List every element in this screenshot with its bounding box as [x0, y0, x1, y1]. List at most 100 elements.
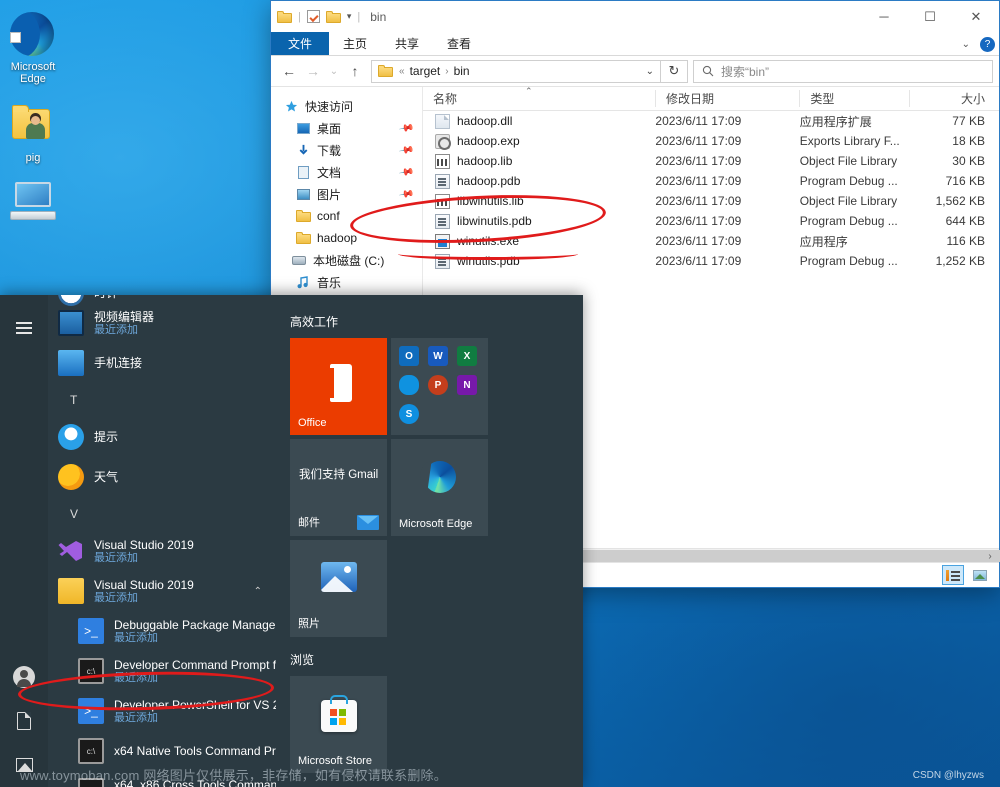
- help-icon[interactable]: ?: [980, 36, 995, 52]
- large-icons-view-button[interactable]: [969, 565, 991, 585]
- letter-header-v[interactable]: V: [48, 497, 276, 531]
- file-name: hadoop.lib: [457, 154, 513, 168]
- up-button[interactable]: ↑: [343, 59, 367, 83]
- chevron-down-icon[interactable]: ⌄: [646, 66, 654, 77]
- pin-icon[interactable]: 📌: [398, 120, 415, 136]
- nav-item-conf[interactable]: conf: [271, 205, 422, 227]
- account-icon[interactable]: [0, 655, 48, 699]
- table-row[interactable]: winutils.exe 2023/6/11 17:09 应用程序 116 KB: [423, 231, 999, 251]
- table-row[interactable]: hadoop.lib 2023/6/11 17:09 Object File L…: [423, 151, 999, 171]
- table-row[interactable]: hadoop.exp 2023/6/11 17:09 Exports Libra…: [423, 131, 999, 151]
- close-button[interactable]: ✕: [953, 1, 999, 32]
- nav-item-documents[interactable]: 文档 📌: [271, 161, 422, 183]
- properties-checkbox-icon[interactable]: [306, 10, 320, 23]
- breadcrumb-overflow[interactable]: «: [399, 66, 405, 77]
- list-item[interactable]: 天气: [48, 457, 276, 497]
- pin-icon[interactable]: 📌: [398, 142, 415, 158]
- file-name: winutils.exe: [457, 234, 520, 248]
- list-item-folder-visual-studio-2019[interactable]: Visual Studio 2019 最近添加 ⌃: [48, 571, 276, 611]
- file-type: 应用程序扩展: [799, 114, 872, 129]
- nav-item-local-disk-c[interactable]: 本地磁盘 (C:): [271, 249, 422, 271]
- search-input[interactable]: 搜索“bin”: [693, 59, 993, 83]
- nav-item-hadoop[interactable]: hadoop: [271, 227, 422, 249]
- column-header-name[interactable]: 名称: [423, 90, 655, 107]
- quick-access-toolbar: | ▾ | bin: [277, 10, 386, 24]
- screen: Microsoft Edge pig | ▾ | bin ─ ☐ ✕ 文件 主页…: [0, 0, 1000, 787]
- ribbon-tab-bar: 文件 主页 共享 查看 ⌄ ?: [271, 32, 999, 56]
- nav-item-desktop[interactable]: 桌面 📌: [271, 117, 422, 139]
- breadcrumb-item-target[interactable]: target: [410, 64, 441, 78]
- back-button[interactable]: ←: [277, 59, 301, 83]
- this-pc-icon: [10, 182, 56, 228]
- ribbon-right-controls: ⌄ ?: [962, 32, 995, 56]
- app-label: 提示: [94, 430, 119, 444]
- onenote-icon: N: [457, 375, 477, 395]
- details-view-button[interactable]: [942, 565, 964, 585]
- address-bar: ← → ⌄ ↑ « target › bin ⌄ ↻ 搜索“bin”: [271, 56, 999, 86]
- list-item[interactable]: 视频编辑器 最近添加: [48, 303, 276, 343]
- tile-photos[interactable]: 照片: [290, 540, 387, 637]
- chevron-down-icon[interactable]: ⌄: [962, 39, 970, 50]
- console-icon: c:\: [78, 658, 104, 684]
- nav-item-music[interactable]: 音乐: [271, 271, 422, 293]
- list-item[interactable]: >_ Debuggable Package Manager 最近添加: [48, 611, 276, 651]
- hamburger-menu-icon[interactable]: [0, 305, 48, 349]
- forward-button[interactable]: →: [301, 59, 325, 83]
- tile-microsoft-edge[interactable]: Microsoft Edge: [391, 439, 488, 536]
- minimize-button[interactable]: ─: [861, 1, 907, 32]
- scroll-right-arrow-icon[interactable]: ›: [983, 549, 997, 563]
- nav-item-label: hadoop: [317, 231, 358, 245]
- column-header-size[interactable]: 大小: [908, 90, 999, 107]
- column-header-date[interactable]: 修改日期: [655, 90, 799, 107]
- nav-item-label: 快速访问: [305, 99, 354, 114]
- table-row[interactable]: hadoop.dll 2023/6/11 17:09 应用程序扩展 77 KB: [423, 111, 999, 131]
- tab-view[interactable]: 查看: [433, 32, 485, 55]
- desktop-icon-pig[interactable]: pig: [0, 99, 66, 170]
- chevron-down-icon[interactable]: ▾: [347, 11, 352, 22]
- file-name: libwinutils.lib: [457, 194, 524, 208]
- list-item[interactable]: 提示: [48, 417, 276, 457]
- nav-item-downloads[interactable]: 下载 📌: [271, 139, 422, 161]
- app-label: 视频编辑器: [94, 309, 155, 324]
- table-row[interactable]: hadoop.pdb 2023/6/11 17:09 Program Debug…: [423, 171, 999, 191]
- nav-item-label: 桌面: [317, 121, 342, 136]
- start-menu-app-list[interactable]: 时钟 视频编辑器 最近添加 手机连接 T 提示 天气: [48, 295, 276, 787]
- tile-mail[interactable]: 我们支持 Gmail 邮件: [290, 439, 387, 536]
- tile-microsoft-store[interactable]: Microsoft Store: [290, 676, 387, 773]
- breadcrumb-item-bin[interactable]: bin: [454, 64, 470, 78]
- list-item[interactable]: Visual Studio 2019 最近添加: [48, 531, 276, 571]
- pin-icon[interactable]: 📌: [398, 186, 415, 202]
- tile-office[interactable]: Office: [290, 338, 387, 435]
- tile-office-apps[interactable]: O W X P N S: [391, 338, 488, 435]
- tab-share[interactable]: 共享: [381, 32, 433, 55]
- file-date: 2023/6/11 17:09: [655, 174, 742, 188]
- tab-home[interactable]: 主页: [329, 32, 381, 55]
- recent-locations-button[interactable]: ⌄: [325, 59, 343, 83]
- file-size: 116 KB: [946, 234, 985, 248]
- list-item[interactable]: c:\ Developer Command Prompt for... 最近添加: [48, 651, 276, 691]
- new-folder-icon[interactable]: [325, 10, 341, 23]
- nav-item-quick-access[interactable]: 快速访问: [271, 95, 422, 117]
- list-item[interactable]: >_ Developer PowerShell for VS 2019 最近添加: [48, 691, 276, 731]
- table-row[interactable]: libwinutils.lib 2023/6/11 17:09 Object F…: [423, 191, 999, 211]
- file-size: 1,562 KB: [935, 194, 985, 208]
- breadcrumb[interactable]: « target › bin ⌄: [371, 59, 661, 83]
- column-header-type[interactable]: 类型: [799, 90, 908, 107]
- list-item[interactable]: 时钟: [48, 295, 276, 306]
- nav-item-pictures[interactable]: 图片 📌: [271, 183, 422, 205]
- list-item[interactable]: 手机连接: [48, 343, 276, 383]
- tab-file[interactable]: 文件: [271, 32, 330, 55]
- chevron-up-icon[interactable]: ⌃: [254, 586, 262, 597]
- letter-header-t[interactable]: T: [48, 383, 276, 417]
- table-row[interactable]: winutils.pdb 2023/6/11 17:09 Program Deb…: [423, 251, 999, 271]
- table-row[interactable]: libwinutils.pdb 2023/6/11 17:09 Program …: [423, 211, 999, 231]
- documents-icon[interactable]: [0, 699, 48, 743]
- folder-icon[interactable]: [277, 10, 292, 23]
- refresh-button[interactable]: ↻: [661, 59, 688, 83]
- desktop-icon-microsoft-edge[interactable]: Microsoft Edge: [0, 8, 66, 91]
- onedrive-icon: [399, 375, 419, 395]
- pin-icon[interactable]: 📌: [398, 164, 415, 180]
- qat-divider: |: [298, 10, 301, 23]
- desktop-icon-this-pc[interactable]: [0, 178, 66, 237]
- maximize-button[interactable]: ☐: [907, 1, 953, 32]
